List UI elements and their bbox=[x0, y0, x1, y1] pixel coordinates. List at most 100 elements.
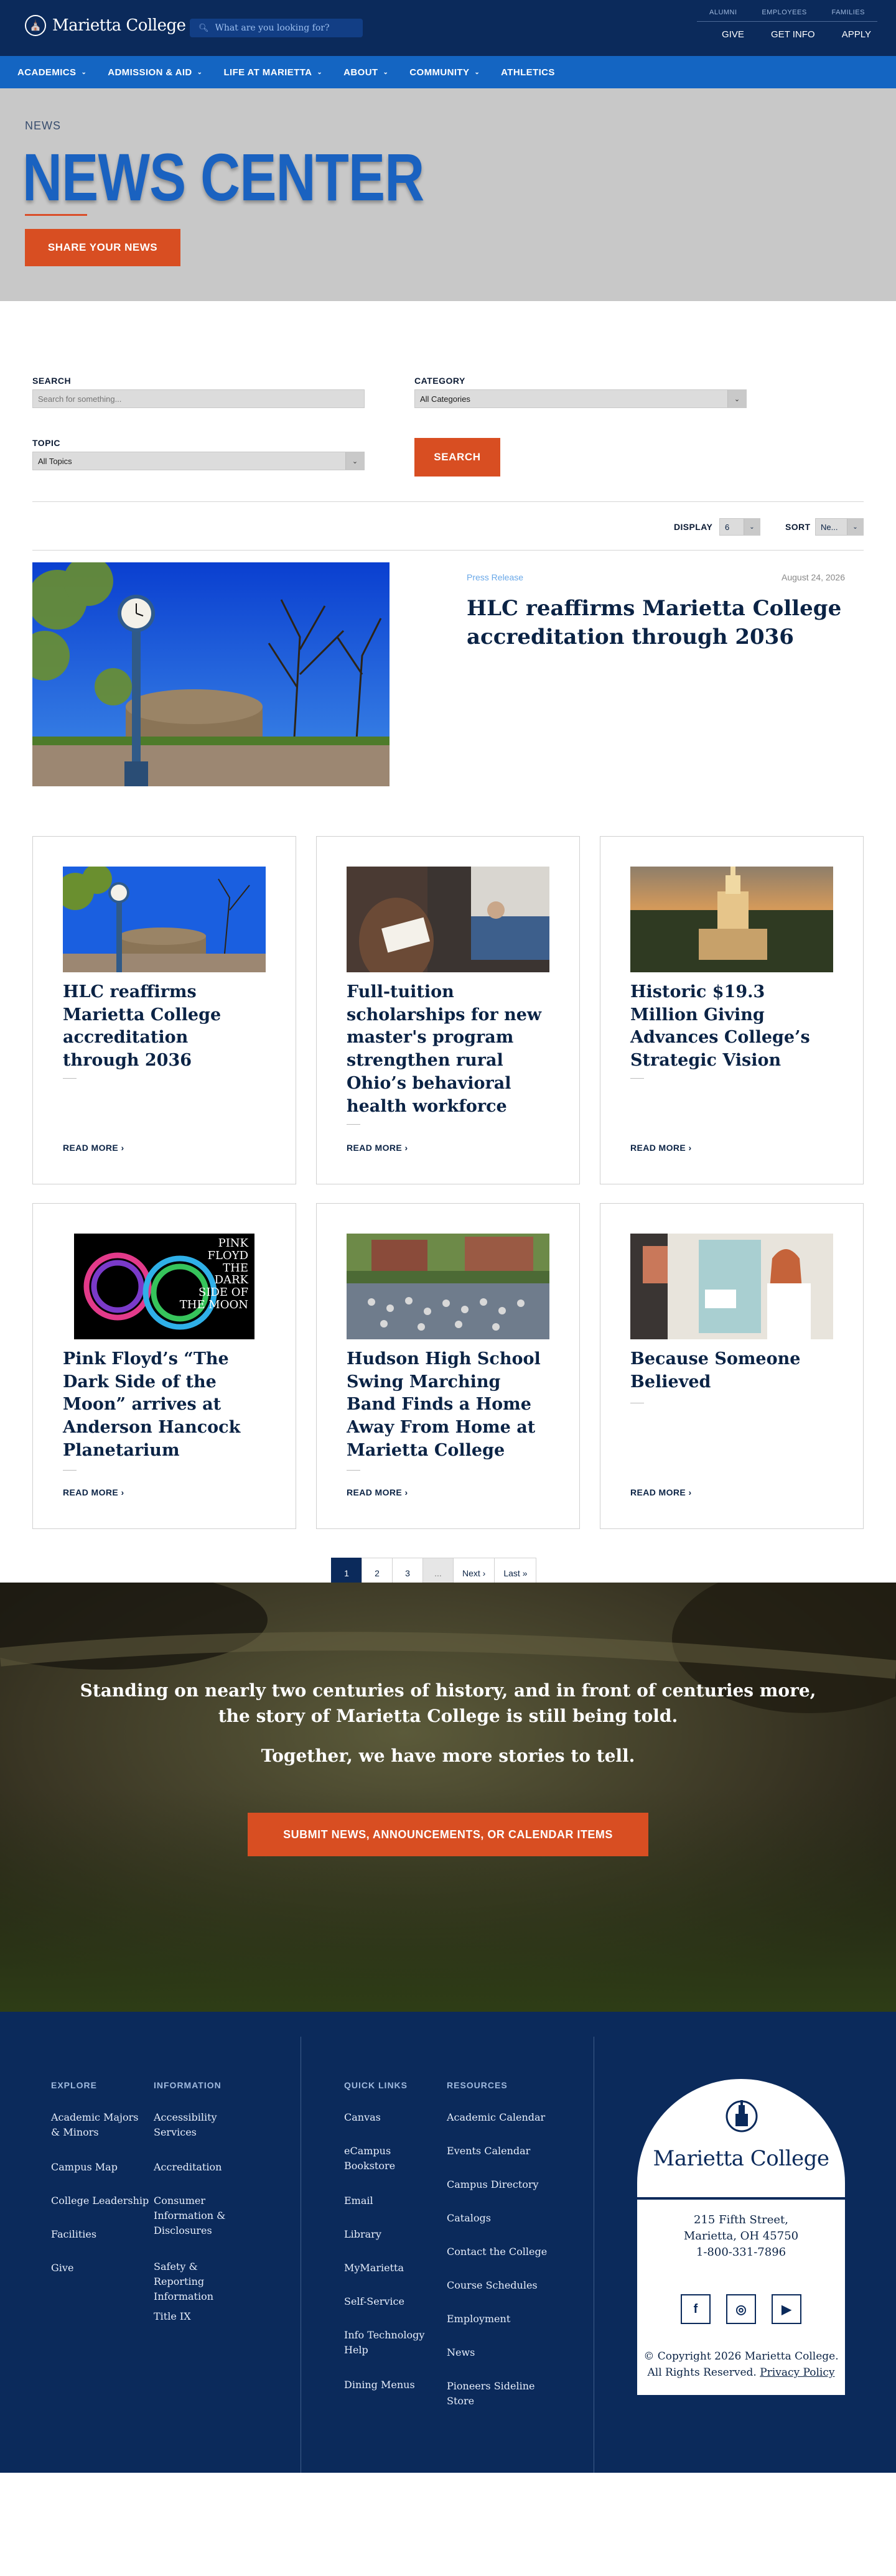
share-your-news-button[interactable]: SHARE YOUR NEWS bbox=[25, 229, 180, 266]
news-card: Because Someone Believed READ MORE › bbox=[600, 1203, 864, 1529]
chevron-right-icon: › bbox=[404, 1487, 408, 1497]
nav-label: ADMISSION & AID bbox=[108, 67, 192, 78]
read-more-link[interactable]: READ MORE › bbox=[630, 1143, 692, 1153]
news-card: Full-tuition scholarships for new master… bbox=[316, 836, 580, 1184]
card-title[interactable]: Because Someone Believed bbox=[630, 1348, 836, 1393]
read-more-link[interactable]: READ MORE › bbox=[63, 1143, 124, 1153]
footer-link[interactable]: Info Technology Help bbox=[344, 2328, 431, 2358]
footer-link[interactable]: Accreditation bbox=[154, 2160, 259, 2175]
card-title[interactable]: Historic $19.3 Million Giving Advances C… bbox=[630, 981, 836, 1072]
news-card: HLC reaffirms Marietta College accredita… bbox=[32, 836, 296, 1184]
nav-life-at-marietta[interactable]: LIFE AT MARIETTA ⌄ bbox=[223, 67, 322, 78]
card-image[interactable] bbox=[630, 1234, 833, 1339]
utility-link-families[interactable]: FAMILIES bbox=[831, 9, 865, 16]
card-title[interactable]: Full-tuition scholarships for new master… bbox=[347, 981, 552, 1118]
footer-link[interactable]: Catalogs bbox=[447, 2211, 553, 2226]
phone-link[interactable]: 1-800-331-7896 bbox=[637, 2244, 845, 2261]
page-title: NEWS CENTER bbox=[22, 139, 424, 215]
card-image[interactable] bbox=[347, 867, 549, 972]
nav-athletics[interactable]: ATHLETICS bbox=[501, 67, 555, 78]
topic-select[interactable]: All Topics ⌄ bbox=[32, 452, 365, 470]
nav-academics[interactable]: ACADEMICS ⌄ bbox=[17, 67, 86, 78]
card-image[interactable]: PINK FLOYD THE DARK SIDE OF THE MOON bbox=[74, 1234, 254, 1339]
site-search-input[interactable] bbox=[215, 23, 352, 33]
footer-link[interactable]: Email bbox=[344, 2193, 450, 2208]
footer-link[interactable]: Academic Calendar bbox=[447, 2110, 553, 2125]
footer-link[interactable]: Events Calendar bbox=[447, 2144, 553, 2159]
get-info-link[interactable]: GET INFO bbox=[771, 29, 815, 40]
footer-link[interactable]: MyMarietta bbox=[344, 2261, 450, 2276]
story-intro: Standing on nearly two centuries of hist… bbox=[0, 1678, 896, 1729]
read-more-label: READ MORE bbox=[630, 1487, 686, 1497]
featured-title[interactable]: HLC reaffirms Marietta College accredita… bbox=[467, 595, 852, 652]
footer-link[interactable]: Pioneers Sideline Store bbox=[447, 2379, 540, 2409]
read-more-link[interactable]: READ MORE › bbox=[63, 1487, 124, 1497]
campus-clock-photo bbox=[32, 562, 390, 786]
footer-link[interactable]: Dining Menus bbox=[344, 2378, 450, 2392]
story-tagline: Together, we have more stories to tell. bbox=[261, 1746, 635, 1766]
category-select[interactable]: All Categories ⌄ bbox=[414, 389, 747, 408]
chevron-down-icon: ⌄ bbox=[727, 390, 746, 407]
footer-link[interactable]: Course Schedules bbox=[447, 2278, 553, 2293]
nav-admission-aid[interactable]: ADMISSION & AID ⌄ bbox=[108, 67, 202, 78]
footer-link[interactable]: Accessibility Services bbox=[154, 2110, 241, 2140]
read-more-link[interactable]: READ MORE › bbox=[347, 1487, 408, 1497]
footer-link[interactable]: Campus Directory bbox=[447, 2177, 553, 2192]
utility-link-alumni[interactable]: ALUMNI bbox=[709, 9, 737, 16]
artwork-line: FLOYD bbox=[207, 1248, 248, 1262]
student-presenter-thumb bbox=[630, 1234, 833, 1339]
footer-link[interactable]: Self-Service bbox=[344, 2294, 450, 2309]
footer-link[interactable]: Safety & Reporting Information bbox=[154, 2259, 247, 2304]
privacy-policy-link[interactable]: Privacy Policy bbox=[760, 2366, 834, 2379]
footer-link[interactable]: Give bbox=[51, 2261, 157, 2276]
college-logo[interactable]: ⛪ Marietta College bbox=[25, 15, 186, 36]
top-bar: ⛪ Marietta College 🔍︎ ALUMNI EMPLOYEES F… bbox=[0, 0, 896, 56]
facebook-icon[interactable]: f bbox=[681, 2294, 711, 2324]
footer-link[interactable]: Canvas bbox=[344, 2110, 450, 2125]
card-divider bbox=[63, 1078, 77, 1079]
nav-about[interactable]: ABOUT ⌄ bbox=[343, 67, 388, 78]
featured-type[interactable]: Press Release bbox=[467, 572, 523, 582]
footer-link[interactable]: College Leadership bbox=[51, 2193, 157, 2208]
card-image[interactable] bbox=[347, 1234, 549, 1339]
card-title[interactable]: Hudson High School Swing Marching Band F… bbox=[347, 1348, 552, 1462]
sort-select[interactable]: Ne... ⌄ bbox=[815, 518, 864, 536]
featured-image[interactable] bbox=[32, 562, 390, 786]
read-more-label: READ MORE bbox=[347, 1487, 403, 1497]
footer-heading-information: INFORMATION bbox=[154, 2080, 222, 2090]
submit-news-button[interactable]: SUBMIT NEWS, ANNOUNCEMENTS, OR CALENDAR … bbox=[248, 1813, 648, 1856]
display-select[interactable]: 6 ⌄ bbox=[719, 518, 760, 536]
logo-text: Marietta College bbox=[52, 16, 186, 35]
youtube-icon[interactable]: ▶ bbox=[772, 2294, 801, 2324]
footer-link[interactable]: Employment bbox=[447, 2312, 553, 2327]
chevron-down-icon: ⌄ bbox=[81, 68, 87, 76]
search-label: SEARCH bbox=[32, 376, 72, 386]
card-title[interactable]: HLC reaffirms Marietta College accredita… bbox=[63, 981, 268, 1072]
read-more-link[interactable]: READ MORE › bbox=[347, 1143, 408, 1153]
nav-community[interactable]: COMMUNITY ⌄ bbox=[409, 67, 480, 78]
search-button[interactable]: SEARCH bbox=[414, 438, 500, 477]
story-banner: Standing on nearly two centuries of hist… bbox=[0, 1583, 896, 2012]
news-search-input[interactable] bbox=[32, 389, 365, 408]
footer-link[interactable]: Title IX bbox=[154, 2309, 259, 2324]
read-more-link[interactable]: READ MORE › bbox=[630, 1487, 692, 1497]
footer-heading-quick-links: QUICK LINKS bbox=[344, 2080, 408, 2090]
footer-link[interactable]: Library bbox=[344, 2227, 450, 2242]
apply-link[interactable]: APPLY bbox=[842, 29, 871, 40]
footer-link[interactable]: Academic Majors & Minors bbox=[51, 2110, 144, 2140]
card-image[interactable] bbox=[63, 867, 266, 972]
footer-link[interactable]: Facilities bbox=[51, 2227, 157, 2242]
card-title[interactable]: Pink Floyd’s “The Dark Side of the Moon”… bbox=[63, 1348, 268, 1462]
card-image[interactable] bbox=[630, 867, 833, 972]
give-link[interactable]: GIVE bbox=[722, 29, 744, 40]
footer-link[interactable]: eCampus Bookstore bbox=[344, 2144, 413, 2174]
footer-link[interactable]: News bbox=[447, 2345, 553, 2360]
footer-link[interactable]: Campus Map bbox=[51, 2160, 157, 2175]
instagram-icon[interactable]: ◎ bbox=[726, 2294, 756, 2324]
search-icon: 🔍︎ bbox=[198, 23, 209, 32]
nav-label: LIFE AT MARIETTA bbox=[223, 67, 312, 78]
site-search[interactable]: 🔍︎ bbox=[190, 19, 363, 37]
utility-link-employees[interactable]: EMPLOYEES bbox=[762, 9, 806, 16]
footer-link[interactable]: Consumer Information & Disclosures bbox=[154, 2193, 235, 2238]
footer-link[interactable]: Contact the College bbox=[447, 2244, 565, 2259]
